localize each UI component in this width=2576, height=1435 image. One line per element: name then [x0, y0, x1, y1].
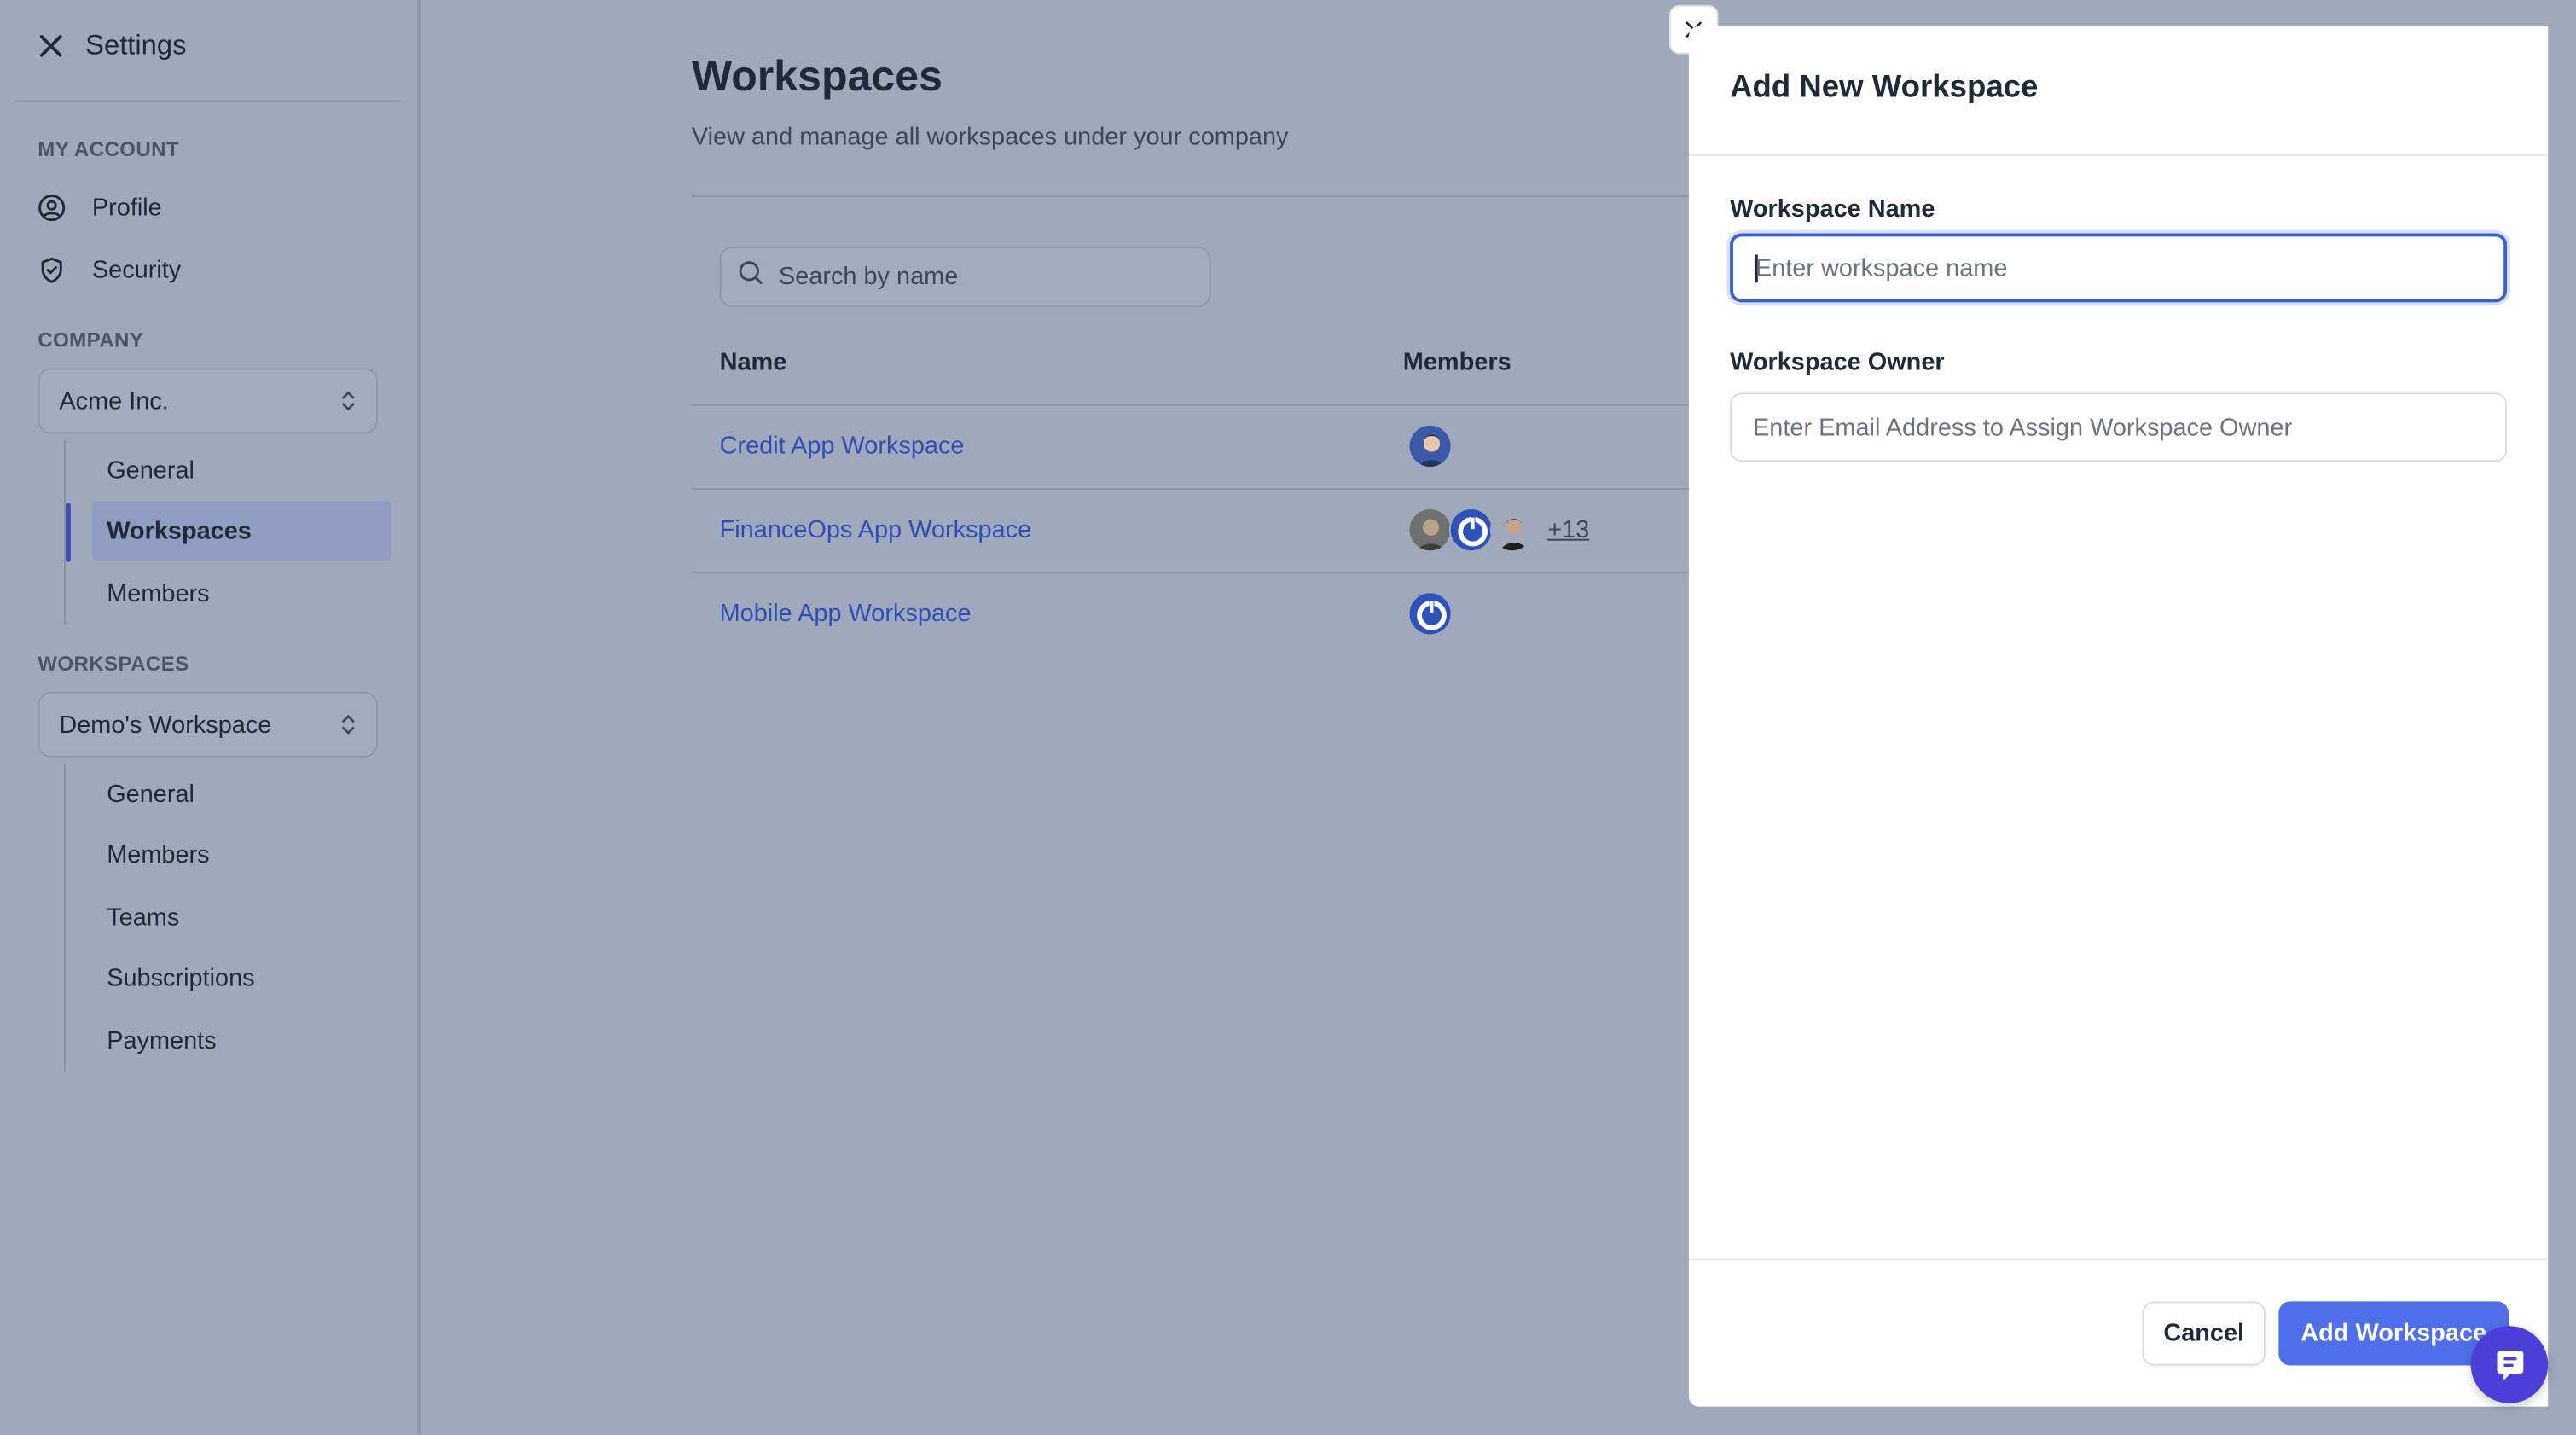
sidebar-item-ws-members[interactable]: Members [92, 825, 392, 884]
workspace-select[interactable]: Demo's Workspace [38, 691, 378, 758]
section-label-company: COMPANY [38, 328, 144, 352]
drawer-divider [1688, 154, 2549, 156]
section-label-my-account: MY ACCOUNT [38, 137, 179, 161]
search-icon [738, 259, 764, 293]
close-icon[interactable] [36, 32, 66, 61]
sidebar-item-security[interactable]: Security [38, 248, 181, 291]
extra-members-count[interactable]: +13 [1547, 516, 1589, 544]
header-divider [691, 195, 1710, 198]
sidebar-item-company-workspaces[interactable]: Workspaces [91, 501, 392, 561]
company-select[interactable]: Acme Inc. [38, 368, 378, 434]
active-indicator [66, 503, 71, 562]
table-divider [691, 404, 1710, 406]
sidebar-item-ws-payments[interactable]: Payments [92, 1010, 392, 1069]
avatar [1407, 591, 1453, 636]
workspace-name-input[interactable] [1755, 253, 2479, 282]
shield-icon [38, 255, 66, 283]
avatar [1407, 423, 1453, 468]
table-divider [691, 572, 1710, 574]
sidebar-item-label: Security [91, 255, 182, 284]
user-circle-icon [38, 193, 66, 221]
workspace-tree-line [64, 764, 67, 1072]
workspace-select-value: Demo's Workspace [59, 710, 272, 739]
page-title: Workspaces [691, 50, 943, 101]
page-subtitle: View and manage all workspaces under you… [691, 123, 1289, 152]
search-box[interactable] [719, 246, 1211, 308]
sidebar-item-ws-subscriptions[interactable]: Subscriptions [92, 948, 392, 1007]
column-header-members: Members [1402, 348, 1511, 377]
settings-sidebar: Settings MY ACCOUNT Profile Security COM… [0, 0, 421, 1435]
chat-launcher-button[interactable] [2470, 1326, 2549, 1403]
cancel-button[interactable]: Cancel [2142, 1301, 2266, 1366]
sidebar-item-ws-general[interactable]: General [92, 764, 392, 823]
add-workspace-drawer: Add New Workspace Workspace Name Workspa… [1688, 26, 2549, 1407]
workspace-name-field[interactable] [1730, 233, 2508, 303]
workspace-owner-label: Workspace Owner [1730, 348, 1945, 377]
sidebar-title: Settings [85, 29, 187, 61]
avatar [1489, 508, 1535, 553]
workspace-link-credit[interactable]: Credit App Workspace [720, 433, 965, 461]
sidebar-item-company-members[interactable]: Members [92, 564, 392, 623]
workspace-link-financeops[interactable]: FinanceOps App Workspace [720, 516, 1032, 544]
sidebar-header: Settings [36, 26, 186, 66]
workspace-name-label: Workspace Name [1730, 195, 1935, 224]
sidebar-item-label: Profile [91, 193, 162, 222]
sidebar-divider [15, 100, 401, 102]
section-label-workspaces: WORKSPACES [38, 652, 189, 676]
chevron-up-down-icon [340, 713, 357, 736]
drawer-title: Add New Workspace [1730, 70, 2039, 106]
column-header-name: Name [719, 348, 787, 377]
workspace-link-mobile[interactable]: Mobile App Workspace [720, 600, 972, 628]
workspace-owner-field[interactable] [1730, 392, 2508, 462]
sidebar-item-ws-teams[interactable]: Teams [92, 887, 392, 946]
drawer-footer-divider [1688, 1258, 2549, 1261]
avatar [1448, 508, 1494, 553]
workspace-owner-input[interactable] [1753, 413, 2476, 442]
search-input[interactable] [778, 263, 1174, 291]
sidebar-item-profile[interactable]: Profile [38, 186, 162, 229]
avatar [1407, 508, 1453, 553]
sidebar-item-company-general[interactable]: General [92, 440, 392, 499]
company-select-value: Acme Inc. [59, 386, 169, 415]
table-divider [691, 488, 1710, 490]
chat-icon [2496, 1350, 2523, 1380]
chevron-up-down-icon [340, 389, 357, 412]
